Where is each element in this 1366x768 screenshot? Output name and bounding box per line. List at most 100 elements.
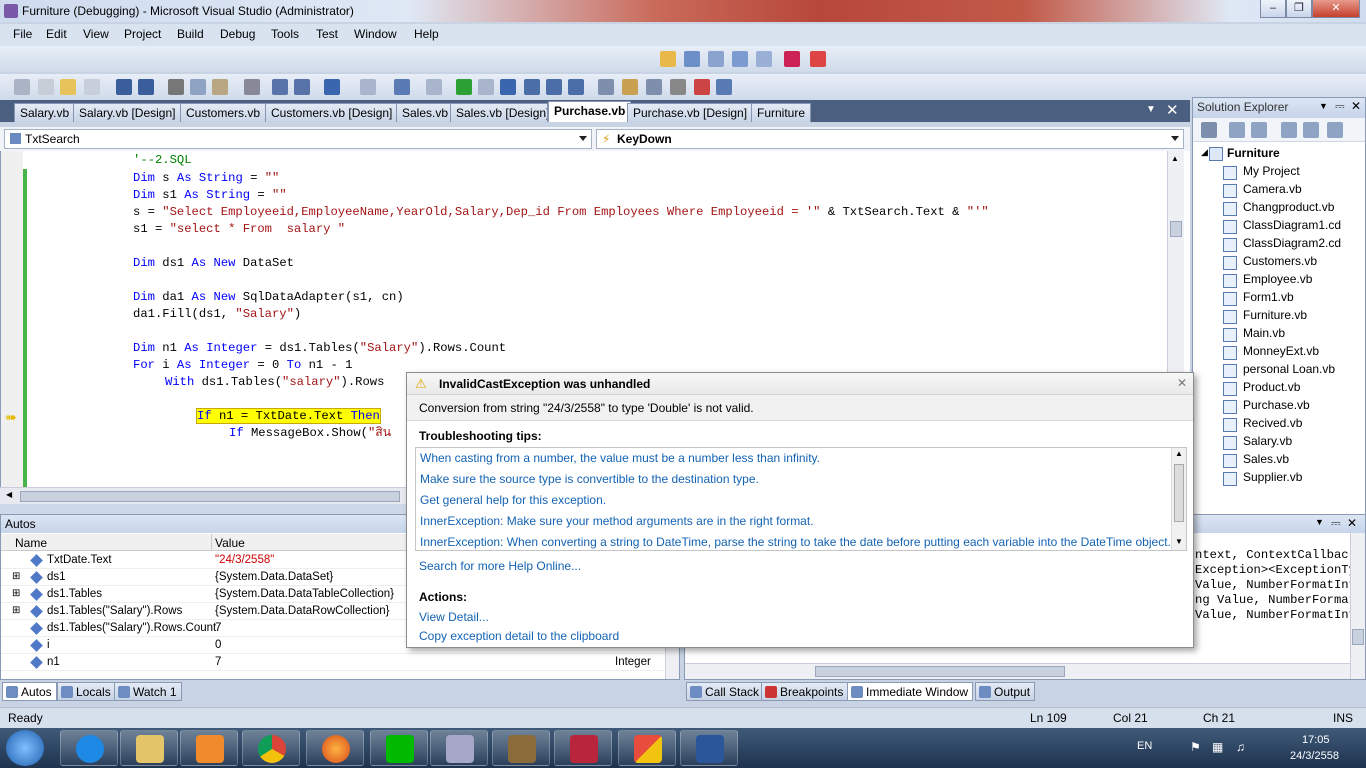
close-icon[interactable]: ✕ <box>1347 516 1357 530</box>
tab-autos[interactable]: Autos <box>2 682 57 701</box>
tree-item[interactable]: MonneyExt.vb <box>1243 344 1319 358</box>
copy-icon[interactable] <box>190 79 206 95</box>
taskbar-word[interactable] <box>680 730 738 766</box>
tree-item[interactable]: My Project <box>1243 164 1300 178</box>
exception-icon[interactable] <box>810 51 826 67</box>
taskbar-chrome[interactable] <box>242 730 300 766</box>
tab-purchase-vb[interactable]: Purchase.vb <box>548 101 632 122</box>
collapse-icon[interactable]: ◢ <box>1201 147 1208 158</box>
scroll-thumb[interactable] <box>815 666 1065 677</box>
method-name-combo[interactable]: ⚡ KeyDown <box>596 129 1184 149</box>
save-icon[interactable] <box>116 79 132 95</box>
dropdown-icon[interactable]: ▼ <box>1315 517 1324 527</box>
tree-item[interactable]: Supplier.vb <box>1243 470 1302 484</box>
tab-dropdown-icon[interactable]: ▼ <box>1146 104 1156 115</box>
taskbar-access[interactable] <box>554 730 612 766</box>
taskbar-line[interactable] <box>370 730 428 766</box>
scroll-down-icon[interactable]: ▼ <box>1175 537 1183 546</box>
cut-icon[interactable] <box>168 79 184 95</box>
tree-item[interactable]: Product.vb <box>1243 380 1300 394</box>
volume-icon[interactable]: ♫ <box>1236 740 1245 754</box>
taskbar-internet-explorer[interactable] <box>60 730 118 766</box>
scroll-up-icon[interactable]: ▲ <box>1171 154 1179 163</box>
tip-link[interactable]: When casting from a number, the value mu… <box>420 451 820 465</box>
view-detail-link[interactable]: View Detail... <box>419 610 489 624</box>
tab-output[interactable]: Output <box>975 682 1036 701</box>
taskbar-firefox[interactable] <box>306 730 364 766</box>
menu-build[interactable]: Build <box>177 27 204 41</box>
menu-tools[interactable]: Tools <box>271 27 299 41</box>
step-over-icon[interactable] <box>546 79 562 95</box>
taskbar-media-player[interactable] <box>180 730 238 766</box>
tree-item[interactable]: ClassDiagram2.cd <box>1243 236 1341 250</box>
tree-item[interactable]: Salary.vb <box>1243 434 1292 448</box>
stop-icon[interactable] <box>500 79 516 95</box>
properties-icon[interactable] <box>622 79 638 95</box>
view-code-icon[interactable] <box>1281 122 1297 138</box>
expand-icon[interactable]: ⊞ <box>12 571 20 582</box>
taskbar-office[interactable] <box>618 730 676 766</box>
breakpoint-window-icon[interactable] <box>708 51 724 67</box>
tree-item[interactable]: personal Loan.vb <box>1243 362 1335 376</box>
solution-explorer-icon[interactable] <box>598 79 614 95</box>
horizontal-scroll-thumb[interactable] <box>20 491 400 502</box>
properties-icon[interactable] <box>1201 122 1217 138</box>
language-indicator[interactable]: EN <box>1137 740 1152 752</box>
view-designer-icon[interactable] <box>1303 122 1319 138</box>
toolbox-icon[interactable] <box>670 79 686 95</box>
scroll-thumb[interactable] <box>1352 629 1364 645</box>
immediate-horizontal-scrollbar[interactable] <box>685 663 1350 679</box>
network-icon[interactable]: ▦ <box>1212 740 1223 754</box>
add-item-icon[interactable] <box>38 79 54 95</box>
tab-customers-vb[interactable]: Customers.vb <box>180 103 267 122</box>
minimize-button[interactable]: – <box>1260 0 1286 18</box>
tab-salary-design[interactable]: Salary.vb [Design] <box>73 103 182 122</box>
scroll-thumb[interactable] <box>1174 464 1184 522</box>
tree-item[interactable]: Camera.vb <box>1243 182 1302 196</box>
tip-link[interactable]: InnerException: Make sure your method ar… <box>420 514 814 528</box>
clock-time[interactable]: 17:05 <box>1302 734 1330 746</box>
uncomment-icon[interactable] <box>294 79 310 95</box>
pin-icon[interactable]: ⎓ <box>1331 516 1341 531</box>
pause-icon[interactable] <box>478 79 494 95</box>
step-icon[interactable] <box>660 51 676 67</box>
close-document-icon[interactable]: ✕ <box>1166 101 1179 119</box>
refresh-icon[interactable] <box>1251 122 1267 138</box>
pin-icon[interactable]: ⎓ <box>1335 99 1345 114</box>
immediate-vertical-scrollbar[interactable] <box>1350 533 1365 679</box>
expand-icon[interactable]: ⊞ <box>12 588 20 599</box>
tip-link[interactable]: InnerException: When converting a string… <box>420 535 1171 549</box>
output-window-icon[interactable] <box>716 79 732 95</box>
tab-customers-design[interactable]: Customers.vb [Design] <box>265 103 399 122</box>
save-all-icon[interactable] <box>138 79 154 95</box>
menu-project[interactable]: Project <box>124 27 161 41</box>
navigate-forward-icon[interactable] <box>426 79 442 95</box>
dialog-close-icon[interactable]: ✕ <box>1177 376 1187 390</box>
show-all-files-icon[interactable] <box>1229 122 1245 138</box>
paste-icon[interactable] <box>212 79 228 95</box>
comment-icon[interactable] <box>272 79 288 95</box>
start-page-icon[interactable] <box>694 79 710 95</box>
undo-icon[interactable] <box>324 79 340 95</box>
tree-root[interactable]: Furniture <box>1227 146 1280 160</box>
tree-item[interactable]: Recived.vb <box>1243 416 1302 430</box>
scroll-left-icon[interactable]: ◀ <box>6 490 12 499</box>
tab-purchase-design[interactable]: Purchase.vb [Design] <box>627 103 754 122</box>
continue-icon[interactable] <box>456 79 472 95</box>
tab-furniture[interactable]: Furniture <box>751 103 812 122</box>
tree-item[interactable]: Employee.vb <box>1243 272 1312 286</box>
tree-item[interactable]: Sales.vb <box>1243 452 1289 466</box>
tab-breakpoints[interactable]: Breakpoints <box>761 682 849 701</box>
tree-item[interactable]: Main.vb <box>1243 326 1285 340</box>
add-new-item-icon[interactable] <box>84 79 100 95</box>
step-out-icon[interactable] <box>568 79 584 95</box>
new-project-icon[interactable] <box>14 79 30 95</box>
locals-icon[interactable] <box>732 51 748 67</box>
tab-call-stack[interactable]: Call Stack <box>686 682 765 701</box>
start-button[interactable] <box>6 730 44 766</box>
object-browser-icon[interactable] <box>646 79 662 95</box>
search-help-online-link[interactable]: Search for more Help Online... <box>419 559 581 573</box>
tab-watch1[interactable]: Watch 1 <box>114 682 182 701</box>
expand-icon[interactable]: ⊞ <box>12 605 20 616</box>
tips-scrollbar[interactable]: ▲ ▼ <box>1171 448 1186 550</box>
